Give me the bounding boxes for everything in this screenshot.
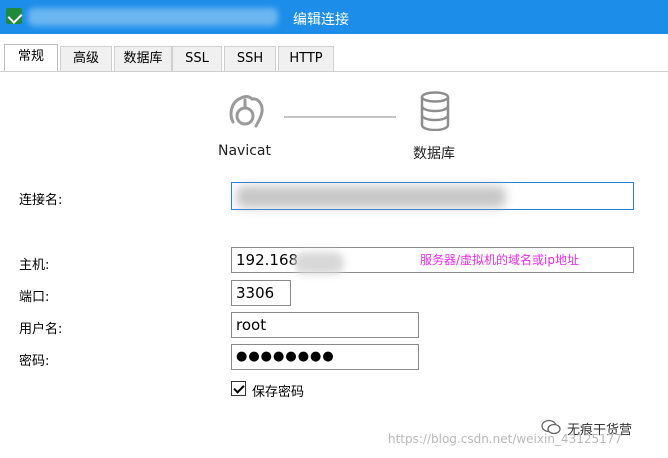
watermark-url: https://blog.csdn.net/weixin_43125177	[388, 432, 623, 446]
username-label: 用户名:	[19, 322, 63, 337]
database-label: 数据库	[413, 146, 455, 162]
tab-strip: 常规 高级 数据库 SSL SSH HTTP	[0, 44, 668, 72]
tab-divider	[0, 71, 668, 72]
connection-name-label: 连接名:	[19, 193, 63, 208]
connection-line	[284, 116, 396, 118]
tab-general[interactable]: 常规	[4, 44, 58, 72]
password-field[interactable]: ●●●●●●●●	[231, 344, 419, 370]
window-title: 编辑连接	[293, 12, 349, 28]
host-label: 主机:	[19, 258, 50, 273]
username-field[interactable]: root	[231, 312, 419, 338]
tab-ssl[interactable]: SSL	[172, 46, 222, 71]
blurred-title-prefix	[28, 8, 278, 26]
title-bar: 编辑连接	[0, 0, 668, 34]
tab-ssh[interactable]: SSH	[224, 46, 276, 71]
save-password-label[interactable]: 保存密码	[252, 381, 304, 400]
redacted-host-suffix	[294, 252, 344, 274]
navicat-app-icon	[6, 8, 22, 24]
tab-http[interactable]: HTTP	[278, 46, 334, 71]
database-icon	[420, 91, 450, 131]
port-label: 端口:	[19, 290, 50, 305]
save-password-checkbox[interactable]	[231, 381, 246, 396]
redacted-connection-name	[236, 186, 506, 208]
host-annotation: 服务器/虚拟机的域名或ip地址	[420, 253, 579, 267]
navicat-icon	[229, 95, 264, 128]
tab-databases[interactable]: 数据库	[114, 46, 172, 71]
password-label: 密码:	[19, 354, 50, 369]
tab-advanced[interactable]: 高级	[60, 46, 112, 71]
navicat-label: Navicat	[218, 143, 271, 159]
port-field[interactable]: 3306	[231, 280, 291, 306]
